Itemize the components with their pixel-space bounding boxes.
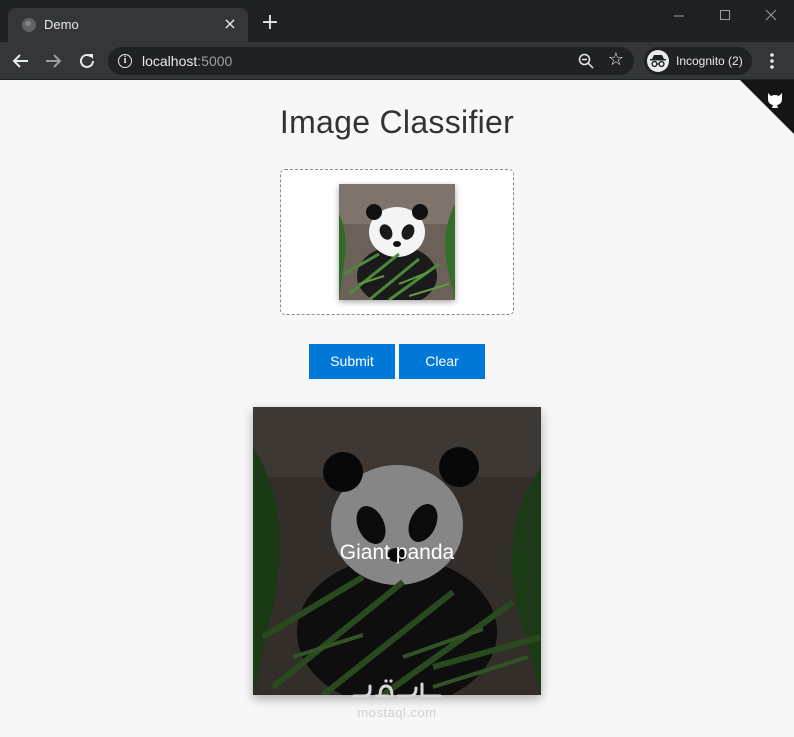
minimize-button[interactable] <box>668 6 690 26</box>
page-title: Image Classifier <box>279 104 515 140</box>
maximize-icon <box>720 10 730 20</box>
submit-button[interactable]: Submit <box>309 344 395 379</box>
image-dropzone[interactable] <box>280 169 514 315</box>
new-tab-button[interactable]: + <box>259 12 281 35</box>
browser-toolbar: i localhost:5000 ☆ Incognito (2) <box>0 42 794 80</box>
clear-button[interactable]: Clear <box>399 344 485 379</box>
minimize-icon <box>674 15 684 17</box>
info-icon[interactable]: i <box>118 54 132 68</box>
maximize-button[interactable] <box>714 6 736 26</box>
arrow-right-icon <box>46 54 62 68</box>
address-bar[interactable]: i localhost:5000 ☆ <box>108 47 634 75</box>
browser-tabstrip: Demo × + <box>0 0 794 42</box>
prediction-label: Giant panda <box>339 541 455 564</box>
more-vert-icon <box>770 53 774 69</box>
result-card: Giant panda <box>253 407 541 695</box>
url-text: localhost:5000 <box>142 53 233 69</box>
reload-icon <box>80 53 94 68</box>
preview-image <box>339 184 455 300</box>
browser-menu-button[interactable] <box>764 51 780 71</box>
reload-button[interactable] <box>76 50 98 72</box>
bookmark-star-icon[interactable]: ☆ <box>606 50 626 70</box>
mostaql-logo <box>352 679 442 698</box>
forward-button[interactable] <box>42 50 64 72</box>
globe-icon <box>22 18 36 32</box>
tab-title: Demo <box>44 17 79 32</box>
back-button[interactable] <box>10 50 32 72</box>
browser-tab[interactable]: Demo × <box>8 8 248 42</box>
close-icon <box>765 9 777 21</box>
incognito-profile-button[interactable]: Incognito (2) <box>644 47 752 75</box>
close-window-button[interactable] <box>760 6 782 26</box>
arrow-left-icon <box>12 54 28 68</box>
incognito-icon <box>647 50 669 72</box>
tab-close-icon[interactable]: × <box>222 16 238 32</box>
watermark-text: mostaql.com <box>357 705 437 720</box>
zoom-out-icon[interactable] <box>578 53 594 69</box>
incognito-label: Incognito (2) <box>676 54 743 68</box>
